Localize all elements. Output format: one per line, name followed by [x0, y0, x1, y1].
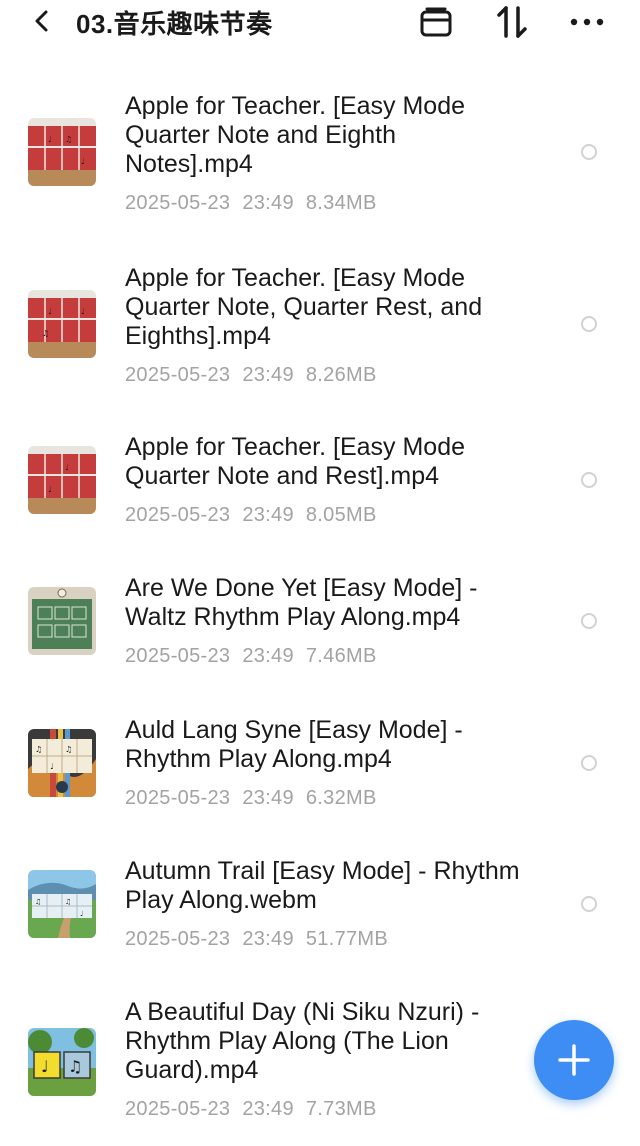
- more-button[interactable]: [569, 4, 605, 40]
- file-meta: 2025-05-23 23:49 7.73MB: [125, 1098, 377, 1121]
- list-item[interactable]: Are We Done Yet [Easy Mode] - Waltz Rhyt…: [0, 541, 640, 683]
- back-button[interactable]: [30, 6, 54, 36]
- chevron-left-icon: [35, 10, 48, 32]
- file-time: 23:49: [242, 787, 294, 809]
- plus-icon: [558, 1044, 590, 1076]
- svg-text:♫: ♫: [65, 745, 72, 754]
- file-name: Apple for Teacher. [Easy Mode Quarter No…: [125, 264, 483, 350]
- svg-text:♩: ♩: [81, 157, 85, 166]
- file-size: 7.73MB: [305, 1098, 377, 1120]
- svg-text:♩: ♩: [65, 463, 69, 472]
- file-size: 7.46MB: [305, 645, 377, 667]
- svg-text:♩: ♩: [48, 485, 52, 494]
- svg-text:♫: ♫: [65, 898, 71, 906]
- file-date: 2025-05-23: [125, 504, 231, 526]
- video-thumbnail: ♫ ♫ ♩: [28, 870, 96, 938]
- file-date: 2025-05-23: [125, 192, 231, 214]
- archive-button[interactable]: [418, 4, 454, 40]
- sort-icon: [497, 6, 527, 38]
- file-size: 6.32MB: [305, 787, 377, 809]
- list-item[interactable]: ♫ ♫ ♩ Autumn Trail [Easy Mode] - Rhythm …: [0, 824, 640, 966]
- file-meta: 2025-05-23 23:49 8.34MB: [125, 192, 377, 215]
- file-date: 2025-05-23: [125, 1098, 231, 1120]
- video-thumbnail: ♫ ♫ ♩: [28, 729, 96, 797]
- svg-text:♫: ♫: [35, 898, 41, 906]
- video-thumbnail: ♩ ♫: [28, 1028, 96, 1096]
- file-size: 8.05MB: [305, 504, 377, 526]
- file-time: 23:49: [242, 364, 294, 386]
- more-icon: [570, 18, 604, 26]
- svg-text:♩: ♩: [48, 135, 52, 144]
- file-size: 8.26MB: [305, 364, 377, 386]
- add-button[interactable]: [534, 1020, 614, 1100]
- select-radio[interactable]: [581, 896, 597, 912]
- file-date: 2025-05-23: [125, 787, 231, 809]
- list-item[interactable]: ♫ ♫ ♩ Auld Lang Syne [Easy Mode] - Rhyth…: [0, 683, 640, 824]
- svg-text:♫: ♫: [42, 329, 49, 338]
- select-radio[interactable]: [581, 316, 597, 332]
- file-name: Apple for Teacher. [Easy Mode Quarter No…: [125, 433, 466, 490]
- sort-button[interactable]: [494, 4, 530, 40]
- file-date: 2025-05-23: [125, 364, 231, 386]
- file-meta: 2025-05-23 23:49 7.46MB: [125, 645, 377, 668]
- list-item[interactable]: ♩ ♩ Apple for Teacher. [Easy Mode Quarte…: [0, 400, 640, 541]
- file-date: 2025-05-23: [125, 645, 231, 667]
- file-meta: 2025-05-23 23:49 6.32MB: [125, 787, 377, 810]
- svg-text:♫: ♫: [35, 745, 42, 754]
- archive-icon: [420, 7, 452, 37]
- video-thumbnail: [28, 587, 96, 655]
- video-thumbnail: ♩ ♩: [28, 446, 96, 514]
- file-time: 23:49: [242, 504, 294, 526]
- file-meta: 2025-05-23 23:49 8.05MB: [125, 504, 377, 527]
- file-meta: 2025-05-23 23:49 8.26MB: [125, 364, 377, 387]
- svg-text:♩: ♩: [50, 762, 54, 771]
- select-radio[interactable]: [581, 755, 597, 771]
- svg-text:♩: ♩: [80, 910, 83, 918]
- file-time: 23:49: [242, 928, 294, 950]
- file-size: 8.34MB: [305, 192, 377, 214]
- svg-text:♩: ♩: [41, 1057, 49, 1076]
- video-thumbnail: ♩ ♩ ♫: [28, 290, 96, 358]
- file-size: 51.77MB: [305, 928, 389, 950]
- file-name: A Beautiful Day (Ni Siku Nzuri) - Rhythm…: [125, 998, 480, 1084]
- folder-title: 03.音乐趣味节奏: [76, 9, 273, 39]
- file-name: Apple for Teacher. [Easy Mode Quarter No…: [125, 92, 466, 178]
- video-thumbnail: ♩ ♫ ♩: [28, 118, 96, 186]
- file-name: Auld Lang Syne [Easy Mode] - Rhythm Play…: [125, 716, 463, 773]
- svg-text:♫: ♫: [68, 1057, 82, 1076]
- file-name: Are We Done Yet [Easy Mode] - Waltz Rhyt…: [125, 574, 478, 631]
- svg-text:♩: ♩: [81, 307, 85, 316]
- file-list: ♩ ♫ ♩ Apple for Teacher. [Easy Mode Quar…: [0, 58, 640, 1146]
- file-name: Autumn Trail [Easy Mode] - Rhythm Play A…: [125, 857, 520, 914]
- file-time: 23:49: [242, 192, 294, 214]
- top-bar: 03.音乐趣味节奏: [0, 0, 640, 46]
- file-meta: 2025-05-23 23:49 51.77MB: [125, 928, 388, 951]
- list-item[interactable]: ♩ ♫ ♩ Apple for Teacher. [Easy Mode Quar…: [0, 58, 640, 230]
- svg-text:♩: ♩: [48, 307, 52, 316]
- file-time: 23:49: [242, 645, 294, 667]
- svg-text:♫: ♫: [65, 135, 72, 144]
- file-time: 23:49: [242, 1098, 294, 1120]
- select-radio[interactable]: [581, 144, 597, 160]
- select-radio[interactable]: [581, 613, 597, 629]
- select-radio[interactable]: [581, 472, 597, 488]
- list-item[interactable]: ♩ ♩ ♫ Apple for Teacher. [Easy Mode Quar…: [0, 230, 640, 400]
- file-date: 2025-05-23: [125, 928, 231, 950]
